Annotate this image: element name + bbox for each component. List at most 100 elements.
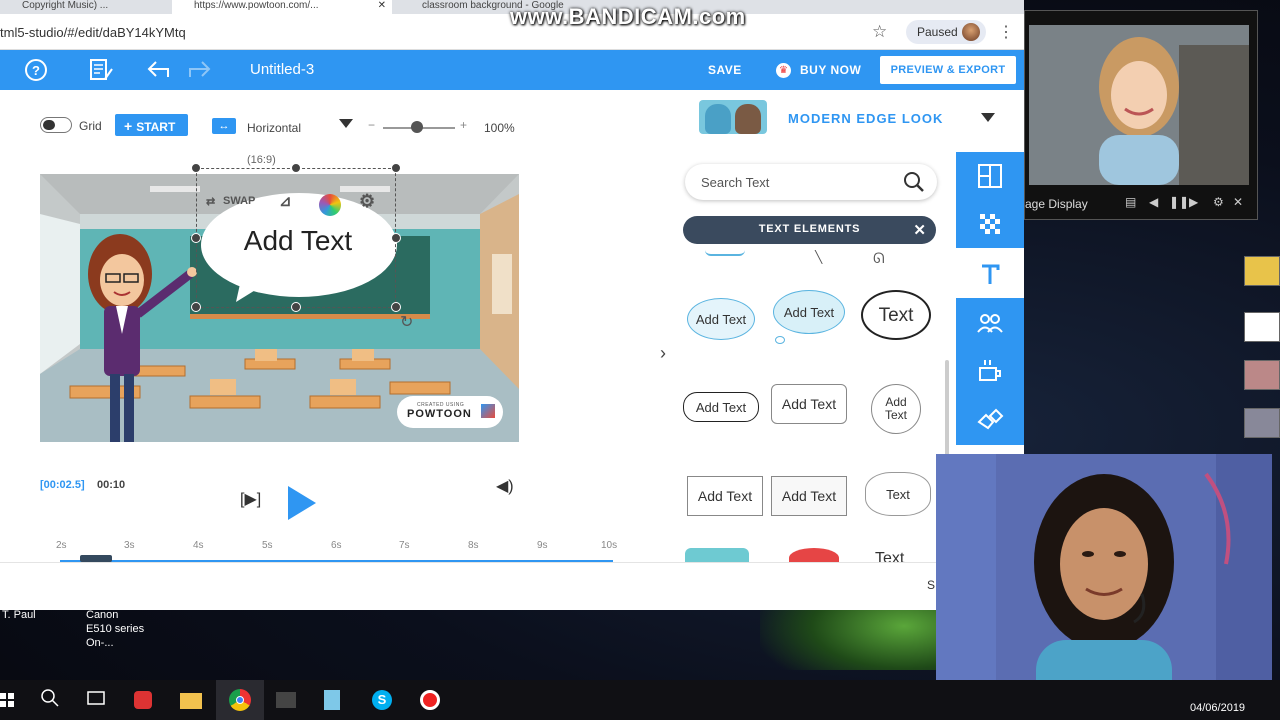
url-text[interactable]: tml5-studio/#/edit/daBY14kYMtq: [0, 25, 186, 40]
help-icon[interactable]: ?: [24, 58, 48, 82]
redo-icon[interactable]: [186, 59, 212, 81]
search-placeholder: Search Text: [701, 175, 770, 190]
tab-label: https://www.powtoon.com/...: [194, 0, 319, 11]
folder-icon[interactable]: [180, 688, 204, 712]
background-icon[interactable]: [976, 210, 1004, 238]
resize-handle[interactable]: [391, 163, 401, 173]
buy-now-button[interactable]: BUY NOW: [800, 63, 861, 77]
record-icon[interactable]: [420, 688, 444, 712]
tab-youtube[interactable]: Copyright Music) ...: [0, 0, 165, 14]
zoom-out-button[interactable]: −: [368, 118, 375, 132]
preview-export-button[interactable]: PREVIEW & EXPORT: [880, 56, 1016, 84]
search-text-field[interactable]: Search Text: [685, 164, 937, 200]
desktop-icon-thumb[interactable]: [1244, 360, 1280, 390]
text-elements-grid: ╲ ᘏ Add Text Add Text Text Add Text Add …: [675, 250, 950, 562]
app-icon-red[interactable]: [134, 688, 158, 712]
play-scene-button[interactable]: [▶]: [240, 489, 261, 509]
close-icon[interactable]: ✕: [1233, 195, 1243, 209]
menu-icon[interactable]: ⋮: [998, 22, 1014, 42]
props-icon[interactable]: [976, 356, 1004, 384]
swap-button[interactable]: SWAP: [223, 195, 255, 207]
resize-handle[interactable]: [191, 163, 201, 173]
swap-icon[interactable]: ⇄: [206, 195, 215, 208]
grid-toggle[interactable]: [40, 117, 72, 133]
text-bubble-item[interactable]: Text: [875, 550, 904, 562]
desktop-icon-thumb[interactable]: [1244, 312, 1280, 342]
resize-handle[interactable]: [291, 302, 301, 312]
text-icon[interactable]: [976, 260, 1004, 288]
shapes-icon[interactable]: [976, 406, 1004, 434]
orientation-icon[interactable]: ↔: [212, 118, 236, 134]
gear-icon[interactable]: ⚙: [359, 191, 375, 212]
search-icon[interactable]: [903, 171, 925, 193]
pause-icon[interactable]: ❚❚: [1169, 195, 1189, 209]
search-icon[interactable]: [40, 688, 64, 712]
orientation-label[interactable]: Horizontal: [247, 121, 301, 135]
text-bubble-item[interactable]: Text: [865, 472, 931, 516]
chevron-down-icon[interactable]: [981, 113, 995, 122]
text-bubble-item[interactable]: Add Text: [771, 476, 847, 516]
canvas-text-element[interactable]: Add Text: [196, 225, 400, 257]
text-bubble-item[interactable]: Add Text: [687, 476, 763, 516]
desktop-shortcut-label-1[interactable]: T. Paul: [2, 608, 36, 622]
windows-start-icon[interactable]: [0, 688, 24, 712]
text-bubble-item[interactable]: Add Text: [771, 384, 847, 424]
toggle-knob: [43, 120, 55, 130]
skype-icon[interactable]: S: [372, 688, 396, 712]
video-window[interactable]: age Display ▤ ◀ ❚❚ ▶ ⚙ ✕: [1024, 10, 1258, 220]
text-bubble-item[interactable]: Add Text: [687, 298, 755, 340]
chrome-icon[interactable]: [216, 680, 264, 720]
volume-icon[interactable]: ◀): [496, 476, 514, 496]
tab-powtoon[interactable]: https://www.powtoon.com/... ✕: [172, 0, 392, 14]
desktop-shortcut-label-2[interactable]: Canon E510 series On-...: [86, 608, 146, 650]
zoom-value: 100%: [484, 121, 515, 135]
text-bubble-item[interactable]: [685, 548, 749, 562]
profile-button[interactable]: Paused: [906, 20, 986, 44]
zoom-slider-handle[interactable]: [411, 121, 423, 133]
app-icon-dark[interactable]: [276, 688, 300, 712]
undo-icon[interactable]: [146, 59, 172, 81]
settings-icon[interactable]: ⚙: [1213, 195, 1224, 209]
next-icon[interactable]: ▶: [1189, 195, 1198, 209]
timeline-playhead[interactable]: [80, 555, 112, 562]
resize-handle[interactable]: [191, 302, 201, 312]
text-bubble-item[interactable]: Add Text: [683, 392, 759, 422]
text-bubble-item[interactable]: Add Text: [773, 290, 845, 334]
start-button[interactable]: + START: [115, 114, 188, 136]
task-view-icon[interactable]: [86, 688, 110, 712]
desktop-icon-thumb[interactable]: [1244, 408, 1280, 438]
close-icon[interactable]: ✕: [378, 0, 386, 11]
scrollbar[interactable]: [945, 360, 949, 460]
save-button[interactable]: SAVE: [708, 63, 742, 77]
app-icon-blue[interactable]: [324, 688, 348, 712]
play-button[interactable]: [288, 486, 316, 520]
text-bubble-item[interactable]: Text: [861, 290, 931, 340]
bookmark-star-icon[interactable]: ☆: [872, 22, 887, 42]
timeline[interactable]: 2s 3s 4s 5s 6s 7s 8s 9s 10s: [0, 534, 675, 564]
text-bubble-item[interactable]: Add Text: [871, 384, 921, 434]
layout-icon[interactable]: [976, 162, 1004, 190]
bubble-text: Add Text: [783, 304, 835, 320]
document-title[interactable]: Untitled-3: [250, 61, 314, 78]
stage-area: Grid + START ↔ Horizontal − + 100% (16:9): [0, 90, 675, 610]
fullscreen-icon[interactable]: ▤: [1125, 195, 1136, 209]
close-icon[interactable]: ✕: [913, 221, 926, 239]
partial-bubble: [705, 250, 745, 256]
style-selector[interactable]: MODERN EDGE LOOK: [675, 90, 1024, 150]
notes-icon[interactable]: [88, 57, 114, 83]
partial-bubble: ᘏ: [873, 250, 885, 266]
zoom-in-button[interactable]: +: [460, 118, 467, 132]
resize-handle[interactable]: [291, 163, 301, 173]
desktop-icon-thumb[interactable]: [1244, 256, 1280, 286]
color-wheel-icon[interactable]: [319, 194, 341, 216]
text-bubble-item[interactable]: [789, 548, 839, 562]
previous-icon[interactable]: ◀: [1149, 195, 1158, 209]
resize-handle[interactable]: [391, 302, 401, 312]
rotate-icon[interactable]: ↻: [400, 312, 413, 332]
taskbar-date[interactable]: 04/06/2019: [1190, 702, 1245, 714]
characters-icon[interactable]: [976, 308, 1004, 336]
character-face: [735, 104, 761, 134]
flip-icon[interactable]: ⊿: [279, 192, 292, 210]
chevron-right-icon[interactable]: ›: [660, 343, 666, 364]
chevron-down-icon[interactable]: [339, 119, 353, 128]
